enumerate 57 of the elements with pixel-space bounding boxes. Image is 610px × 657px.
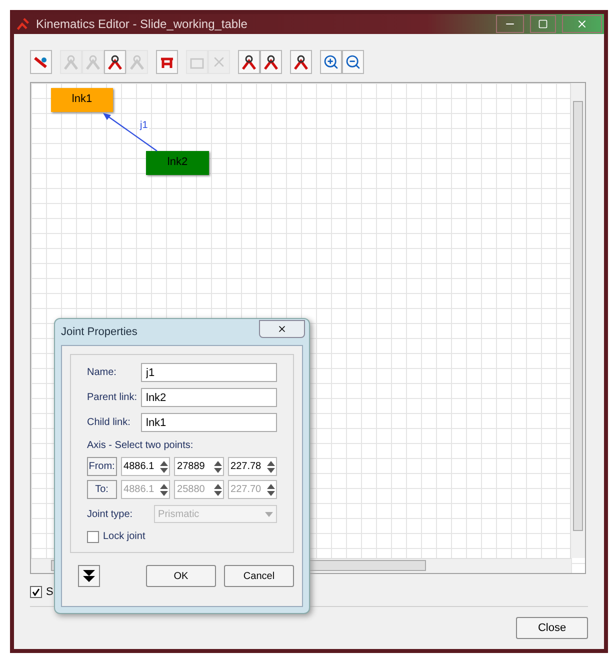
joint-icon [241, 54, 257, 70]
text-field[interactable]: lnk2 [141, 388, 277, 407]
joint-icon [63, 54, 79, 70]
field-label: Parent link: [87, 391, 138, 405]
joint-icon [107, 54, 123, 70]
toolbar-button[interactable] [260, 50, 282, 74]
text-field[interactable]: j1 [141, 363, 277, 382]
close-button[interactable] [562, 14, 602, 33]
spin-field[interactable]: 27889 [174, 457, 224, 476]
toolbar-button[interactable] [320, 50, 342, 74]
link-node[interactable]: lnk1 [51, 88, 113, 112]
expand-button[interactable] [78, 565, 100, 587]
axis-label: Axis - Select two points: [87, 439, 194, 453]
field-label: Name: [87, 366, 118, 380]
close-icon [277, 324, 287, 334]
toolbar-button[interactable] [156, 50, 178, 74]
zoom-out-icon [345, 54, 361, 70]
check-icon [32, 588, 40, 596]
dialog-button[interactable]: OK [146, 565, 216, 587]
joint-label: j1 [139, 120, 149, 130]
toolbar-button[interactable] [238, 50, 260, 74]
checkbox[interactable] [30, 586, 42, 598]
toolbar-button[interactable] [290, 50, 312, 74]
spin-field[interactable]: 4886.1 [120, 457, 170, 476]
toolbar-button[interactable] [104, 50, 126, 74]
dropdown-icon [265, 512, 273, 516]
spinner-icon[interactable] [266, 460, 276, 474]
checkbox-label: Lock joint [103, 530, 146, 544]
toolbar-button[interactable] [30, 50, 52, 74]
close-icon [576, 18, 588, 30]
vertical-scrollbar[interactable] [570, 82, 585, 558]
toolbar-button[interactable] [342, 50, 364, 74]
zoom-in-icon [323, 54, 339, 70]
dialog-title: Joint Properties [61, 324, 138, 340]
spin-field[interactable]: 227.78 [228, 457, 277, 476]
link-node[interactable]: lnk2 [146, 150, 209, 174]
maximize-icon [538, 18, 548, 29]
joint-icon [85, 54, 101, 70]
field-label: Child link: [87, 416, 132, 430]
joint-icon [129, 54, 145, 70]
dialog-button[interactable]: Cancel [224, 565, 294, 587]
checkbox[interactable] [87, 530, 99, 542]
joint-icon [293, 54, 309, 70]
spinner-icon[interactable] [159, 460, 170, 474]
field-label: Joint type: [87, 508, 134, 522]
close-button[interactable] [259, 320, 305, 338]
point-button[interactable]: From: [87, 457, 117, 476]
joint-icon [263, 54, 279, 70]
maximize-button[interactable] [530, 14, 556, 33]
window-title: Kinematics Editor - Slide_working_table [36, 16, 248, 33]
app-icon [16, 16, 30, 31]
double-down-arrow-icon [83, 570, 95, 582]
spinner-icon[interactable] [212, 460, 223, 474]
joint-arrow[interactable] [103, 112, 158, 151]
close-dialog-button[interactable]: Close [516, 617, 588, 639]
checkbox-label: S [46, 584, 54, 600]
text-field[interactable]: lnk1 [141, 413, 277, 432]
